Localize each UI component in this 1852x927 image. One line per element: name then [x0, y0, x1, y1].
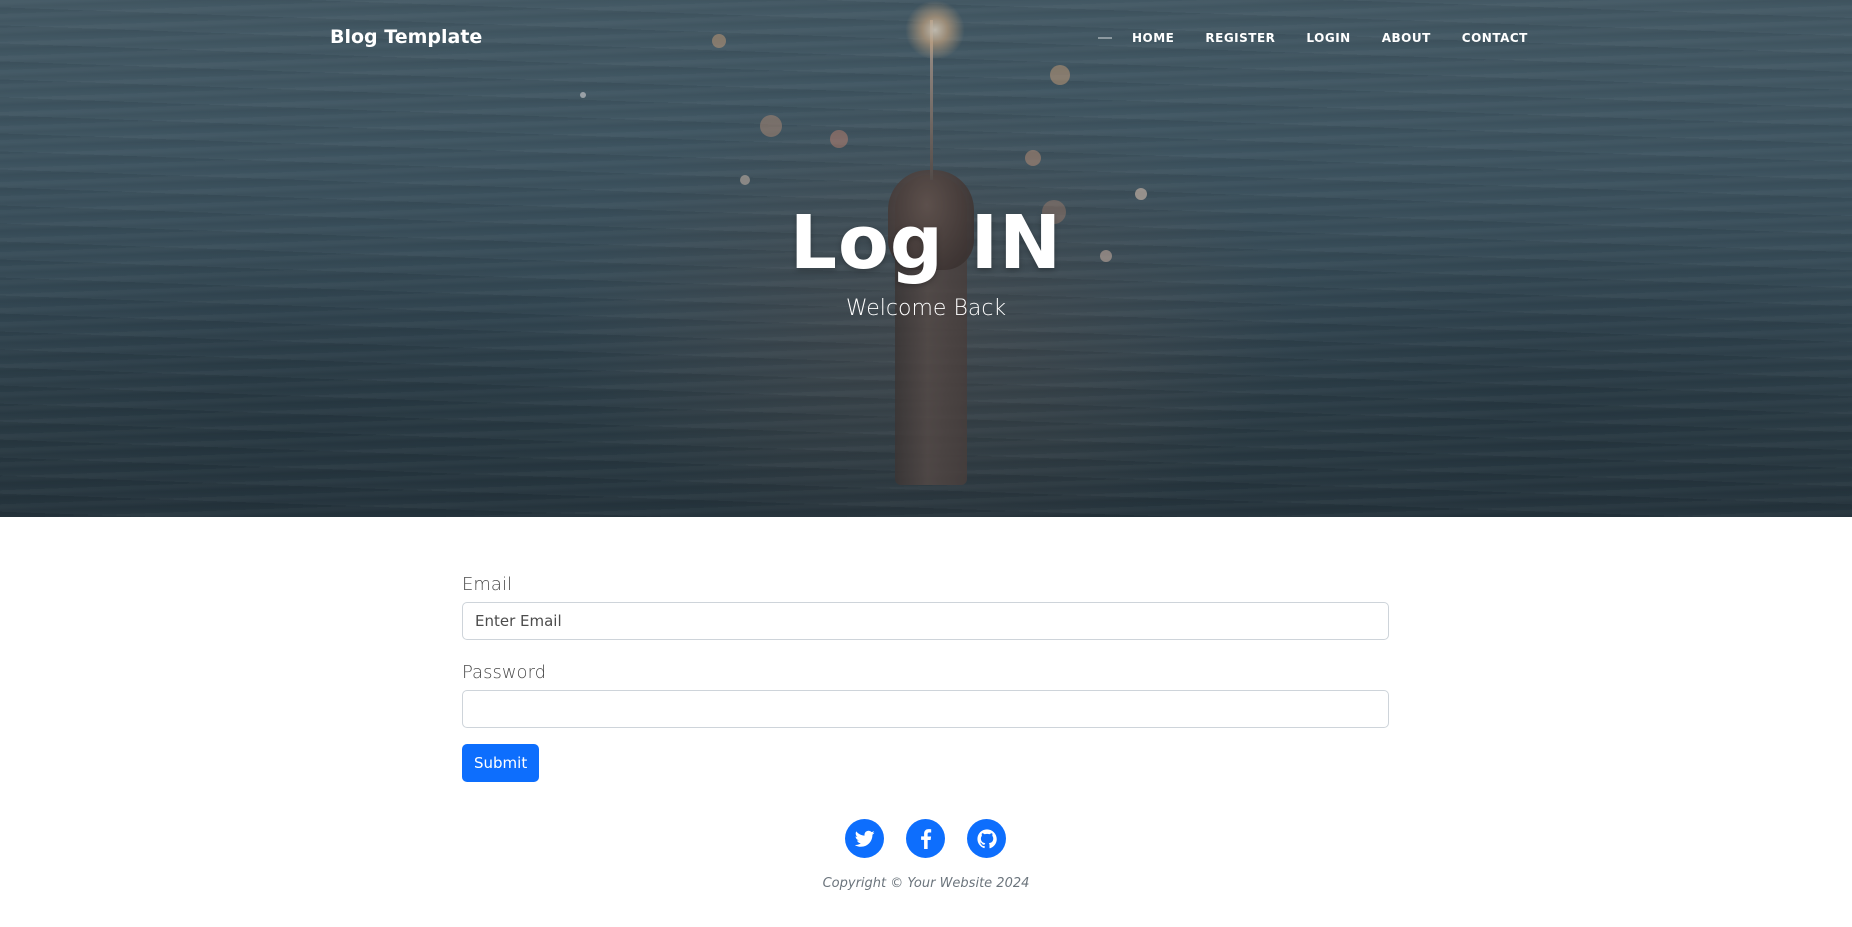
hero-header: Blog Template HOME REGISTER LOGIN ABOUT …: [0, 0, 1852, 517]
copyright-text: Copyright © Your Website 2024: [822, 876, 1030, 891]
nav-link-about[interactable]: ABOUT: [1382, 31, 1431, 45]
password-field[interactable]: [462, 690, 1389, 728]
twitter-link[interactable]: [845, 819, 884, 858]
nav-link-home[interactable]: HOME: [1132, 31, 1174, 45]
github-link[interactable]: [967, 819, 1006, 858]
nav-link-register[interactable]: REGISTER: [1205, 31, 1275, 45]
password-label: Password: [462, 662, 547, 683]
email-label: Email: [462, 574, 512, 595]
github-icon: [976, 828, 997, 848]
facebook-link[interactable]: [906, 819, 945, 858]
twitter-icon: [854, 830, 875, 847]
nav-link-login[interactable]: LOGIN: [1306, 31, 1350, 45]
facebook-icon: [920, 828, 931, 849]
nav-link-contact[interactable]: CONTACT: [1462, 31, 1528, 45]
email-field[interactable]: [462, 602, 1389, 640]
navbar-menu: HOME REGISTER LOGIN ABOUT CONTACT: [1098, 31, 1559, 45]
social-links: [845, 819, 1006, 858]
navbar-toggler-dash: [1098, 37, 1112, 39]
page-title: Log IN: [789, 200, 1063, 286]
login-form: Email Password Submit: [462, 574, 1389, 782]
submit-button[interactable]: Submit: [462, 744, 540, 782]
page-subtitle: Welcome Back: [845, 296, 1007, 321]
navbar-brand[interactable]: Blog Template: [330, 26, 482, 48]
